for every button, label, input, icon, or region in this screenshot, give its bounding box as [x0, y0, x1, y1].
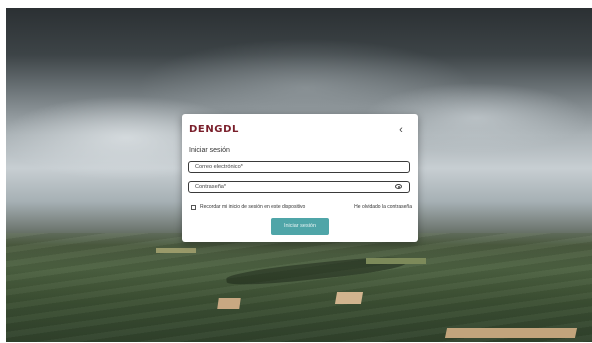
fields-layer: [6, 233, 592, 342]
remember-me[interactable]: Recordar mi inicio de sesión en este dis…: [191, 203, 305, 211]
email-placeholder: Correo electrónico*: [195, 164, 243, 170]
remember-checkbox[interactable]: [191, 204, 196, 210]
field-patch: [217, 298, 241, 309]
login-button[interactable]: Iniciar sesión: [271, 218, 329, 235]
field-patch: [334, 292, 364, 304]
eye-icon[interactable]: [395, 184, 402, 189]
password-placeholder: Contraseña*: [195, 184, 227, 190]
login-card: DENGDL ‹ Iniciar sesión Correo electróni…: [182, 114, 418, 242]
chevron-left-icon[interactable]: ‹: [396, 124, 406, 136]
remember-label: Recordar mi inicio de sesión en este dis…: [200, 204, 306, 210]
field-patch: [366, 258, 426, 264]
forgot-password-link[interactable]: He olvidado la contraseña: [354, 204, 412, 210]
field-patch: [444, 328, 578, 338]
field-patch: [156, 248, 196, 253]
password-field[interactable]: Contraseña*: [188, 181, 410, 193]
login-title: Iniciar sesión: [189, 147, 230, 154]
email-field[interactable]: Correo electrónico*: [188, 161, 410, 173]
brand-logo: DENGDL: [189, 124, 239, 135]
